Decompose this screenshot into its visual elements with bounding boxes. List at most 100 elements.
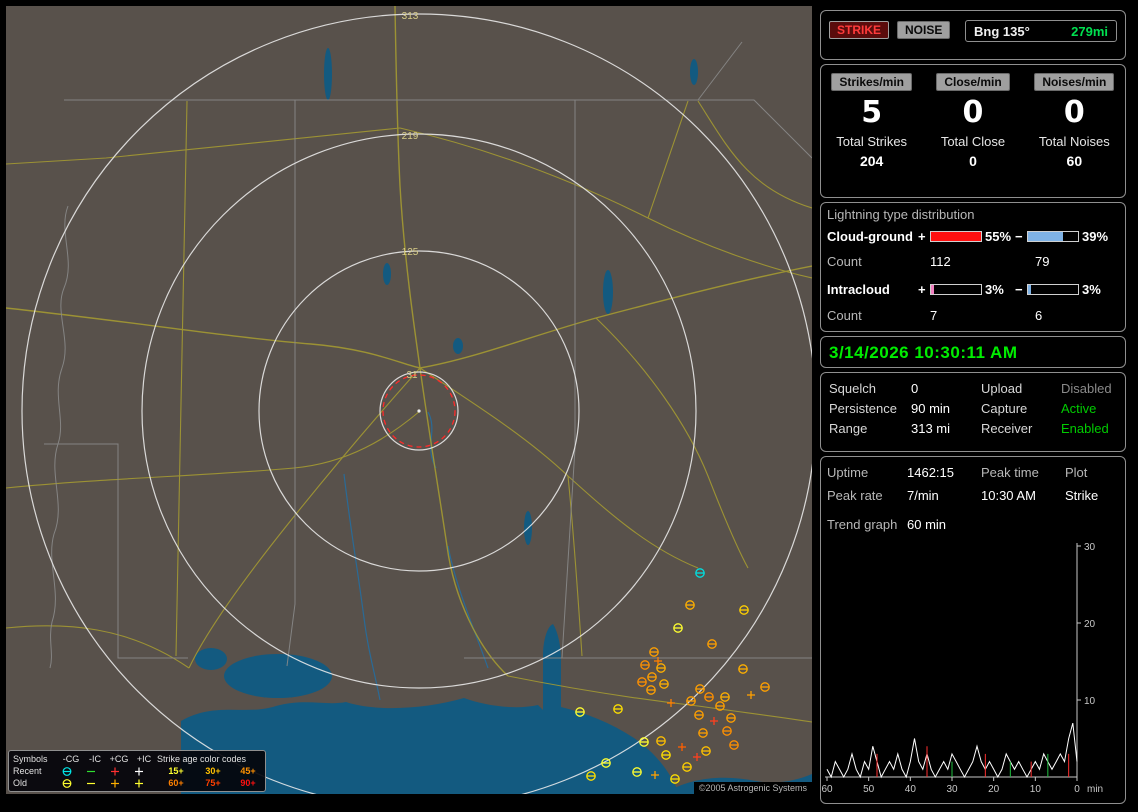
legend-cell: Old: [13, 778, 28, 788]
total-close-value: 0: [969, 153, 977, 169]
legend-cell: 60+: [168, 778, 184, 788]
trend-graph: 30 20 10 60 50 40 30 20 10 0 min: [821, 542, 1103, 795]
close-per-min-value: 0: [962, 95, 984, 130]
total-noises-label: Total Noises: [1038, 134, 1110, 149]
total-close-label: Total Close: [940, 134, 1006, 149]
bearing-readout: Bng 135° 279mi: [965, 20, 1117, 42]
legend-symbol-plus-icon: [107, 766, 131, 777]
capture-status: Active: [1061, 401, 1097, 416]
legend-cell: Recent: [13, 766, 42, 776]
ic-plus-pct: 3%: [985, 282, 1004, 297]
svg-text:20: 20: [1084, 619, 1096, 630]
cg-plus-count: 112: [930, 254, 951, 269]
detector-location: [417, 409, 421, 413]
rates-grid: Strikes/min 5 Total Strikes 204 Close/mi…: [821, 65, 1125, 169]
svg-text:60: 60: [821, 784, 833, 795]
trend-window-value: 60 min: [907, 517, 947, 532]
legend-cell: 75+: [205, 778, 221, 788]
noises-per-min-value: 0: [1063, 95, 1085, 130]
cg-minus-bar: [1027, 231, 1079, 242]
legend-symbol-cm-icon: [59, 778, 83, 789]
legend-symbol-plus-icon: [131, 778, 157, 789]
uptime-label: Uptime: [827, 465, 869, 480]
svg-text:40: 40: [905, 784, 917, 795]
rates-col-strikes: Strikes/min 5 Total Strikes 204: [831, 73, 913, 169]
strikes-per-min-header[interactable]: Strikes/min: [831, 73, 913, 91]
map-legend-grid: Symbols -CG -IC +CG +IC Strike age color code…: [13, 753, 261, 789]
cg-count-label: Count: [827, 254, 862, 269]
rates-section: Strikes/min 5 Total Strikes 204 Close/mi…: [820, 64, 1126, 198]
legend-symbol-plus-icon: [107, 778, 131, 789]
uptime-value: 1462:15: [907, 465, 954, 480]
legend-cell: 90+: [240, 778, 256, 788]
cg-minus-sign: −: [1015, 229, 1023, 244]
map-land: [6, 6, 812, 794]
svg-text:30: 30: [946, 784, 958, 795]
legend-cell: Symbols: [13, 754, 48, 764]
cg-plus-bar: [930, 231, 982, 242]
svg-text:20: 20: [988, 784, 1000, 795]
noises-per-min-header[interactable]: Noises/min: [1034, 73, 1115, 91]
legend-cell: -IC: [89, 754, 101, 764]
date-time: 3/14/2026 10:30:11 AM: [829, 343, 1018, 362]
noise-mode-button[interactable]: NOISE: [897, 21, 951, 39]
copyright-text: ©2005 Astrogenic Systems: [693, 782, 812, 794]
upload-status: Disabled: [1061, 381, 1112, 396]
capture-label: Capture: [981, 401, 1028, 416]
strike-mode-button[interactable]: STRIKE: [829, 21, 890, 39]
peak-time-value: 10:30 AM: [981, 488, 1036, 503]
ic-minus-bar: [1027, 284, 1079, 295]
legend-symbol-plus-icon: [131, 766, 157, 777]
plot-label: Plot: [1065, 465, 1088, 480]
legend-symbol-dash-icon: [83, 766, 107, 777]
plot-value: Strike: [1065, 488, 1099, 503]
close-per-min-header[interactable]: Close/min: [936, 73, 1010, 91]
svg-text:10: 10: [1030, 784, 1042, 795]
clock-section: 3/14/2026 10:30:11 AM: [820, 336, 1126, 368]
ic-minus-pct: 3%: [1082, 282, 1101, 297]
ic-minus-count: 6: [1035, 308, 1043, 323]
persistence-label: Persistence: [829, 401, 897, 416]
svg-text:10: 10: [1084, 696, 1096, 707]
map-svg[interactable]: 313 219 125 31: [6, 6, 812, 794]
rates-col-noises: Noises/min 0 Total Noises 60: [1034, 73, 1115, 169]
legend-cell: 15+: [168, 766, 184, 776]
persistence-value: 90 min: [911, 401, 951, 416]
legend-cell: -CG: [62, 754, 80, 764]
ic-minus-sign: −: [1015, 282, 1023, 297]
trend-graph-label: Trend graph: [827, 517, 898, 532]
strikes-per-min-value: 5: [861, 95, 883, 130]
legend-cell: 45+: [240, 766, 256, 776]
peak-rate-label: Peak rate: [827, 488, 883, 503]
receiver-label: Receiver: [981, 421, 1033, 436]
lightning-map[interactable]: 313 219 125 31 Symbols -CG -IC +CG +IC Strike…: [6, 6, 812, 794]
ring-label-125: 125: [402, 247, 419, 258]
svg-text:50: 50: [863, 784, 875, 795]
legend-symbol-dash-icon: [83, 778, 107, 789]
total-strikes-label: Total Strikes: [836, 134, 908, 149]
cg-plus-pct: 55%: [985, 229, 1012, 244]
legend-symbol-cm-icon: [59, 766, 83, 777]
ic-plus-count: 7: [930, 308, 938, 323]
legend-cell: +IC: [136, 754, 152, 764]
range-value: 313 mi: [911, 421, 951, 436]
map-legend: Symbols -CG -IC +CG +IC Strike age color code…: [8, 750, 266, 792]
ring-label-219: 219: [402, 131, 419, 142]
legend-cell: 30+: [205, 766, 221, 776]
rates-col-close: Close/min 0 Total Close 0: [936, 73, 1010, 169]
ic-count-label: Count: [827, 308, 862, 323]
squelch-label: Squelch: [829, 381, 876, 396]
ic-plus-bar: [930, 284, 982, 295]
distribution-title: Lightning type distribution: [827, 207, 975, 222]
total-noises-value: 60: [1066, 153, 1083, 169]
cg-plus-sign: +: [918, 229, 926, 244]
squelch-value: 0: [911, 381, 919, 396]
stats-section: Uptime 1462:15 Peak time Plot Peak rate …: [820, 456, 1126, 804]
status-panel: STRIKE NOISE Bng 135° 279mi Strikes/min …: [818, 6, 1130, 806]
svg-text:30: 30: [1084, 542, 1096, 553]
ring-label-313: 313: [402, 11, 419, 22]
bearing-distance: 279mi: [1071, 23, 1108, 39]
peak-rate-value: 7/min: [907, 488, 939, 503]
bearing-value: Bng 135°: [974, 23, 1030, 39]
distribution-section: Lightning type distribution Cloud-ground…: [820, 202, 1126, 332]
